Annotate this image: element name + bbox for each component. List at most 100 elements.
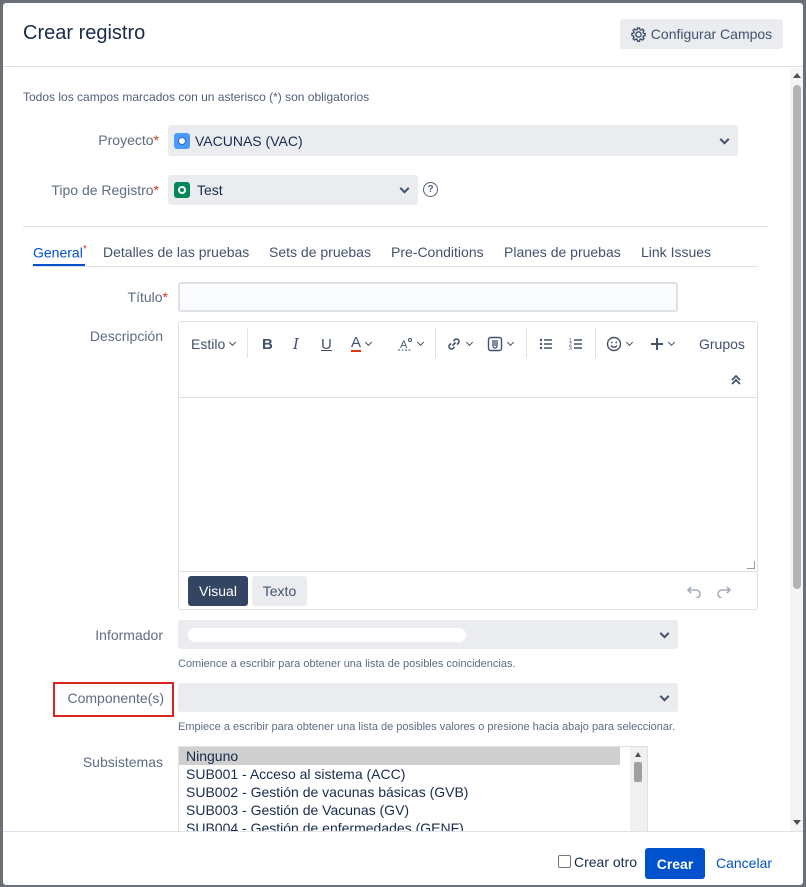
description-textarea[interactable] [179, 399, 757, 571]
cancel-link[interactable]: Cancelar [716, 855, 772, 871]
tab-test-details[interactable]: Detalles de las pruebas [103, 244, 249, 260]
text-color-button[interactable]: A [351, 332, 373, 356]
text-style-dropdown[interactable]: Estilo [191, 332, 237, 356]
project-avatar-icon [174, 132, 190, 149]
reporter-value-redacted [188, 627, 466, 642]
project-value: VACUNAS (VAC) [195, 132, 303, 149]
bold-icon[interactable]: B [262, 332, 273, 356]
create-button[interactable]: Crear [645, 848, 705, 879]
chevron-down-icon [399, 183, 410, 194]
components-label: Componente(s) [67, 690, 165, 706]
reporter-select[interactable] [178, 620, 678, 649]
help-icon[interactable]: ? [423, 182, 438, 197]
bullet-list-icon[interactable] [539, 332, 553, 356]
tab-general[interactable]: General* [33, 244, 87, 261]
text-mode-button[interactable]: Texto [252, 576, 307, 606]
toolbar-separator [247, 328, 248, 358]
project-select[interactable]: VACUNAS (VAC) [168, 125, 738, 156]
chevron-down-icon [667, 338, 676, 347]
link-button[interactable] [446, 332, 474, 356]
scroll-up-icon[interactable] [635, 752, 641, 757]
description-label: Descripción [89, 328, 163, 344]
active-tab-indicator [33, 264, 85, 266]
emoji-icon [606, 336, 622, 352]
configure-fields-label: Configurar Campos [650, 26, 773, 42]
more-formatting-button[interactable]: A [397, 332, 425, 356]
text-style-label: Estilo [191, 336, 226, 352]
content-scrollbar[interactable] [790, 68, 803, 831]
groups-button[interactable]: Grupos [699, 332, 745, 356]
list-item[interactable]: SUB001 - Acceso al sistema (ACC) [179, 765, 647, 783]
test-type-icon [174, 182, 190, 198]
tab-link-issues[interactable]: Link Issues [641, 244, 711, 260]
issue-type-select[interactable]: Test [168, 175, 418, 205]
dialog-footer: Crear otro Crear Cancelar [3, 831, 803, 885]
italic-icon[interactable]: I [293, 332, 299, 356]
create-another-label[interactable]: Crear otro [574, 854, 637, 870]
list-item[interactable]: SUB003 - Gestión de Vacunas (GV) [179, 801, 647, 819]
content-scroll-thumb[interactable] [793, 85, 801, 589]
subsystems-label: Subsistemas [82, 754, 163, 770]
list-scrollbar[interactable] [630, 747, 647, 831]
insert-more-button[interactable] [650, 332, 676, 356]
chevron-down-icon [659, 691, 670, 702]
tab-bar: General* Detalles de las pruebas Sets de… [33, 242, 758, 267]
editor-footer: Visual Texto [179, 571, 757, 609]
plus-icon [651, 338, 663, 350]
resize-handle-icon[interactable] [747, 561, 755, 569]
subsystems-multiselect[interactable]: Ninguno SUB001 - Acceso al sistema (ACC)… [178, 746, 648, 831]
tab-test-sets[interactable]: Sets de pruebas [269, 244, 371, 260]
attachment-button[interactable] [487, 332, 515, 356]
toolbar-separator [435, 328, 436, 358]
list-item[interactable]: SUB002 - Gestión de vacunas básicas (GVB… [179, 783, 647, 801]
configure-fields-button[interactable]: Configurar Campos [620, 19, 783, 49]
tab-pre-conditions[interactable]: Pre-Conditions [391, 244, 484, 260]
dialog-content: Todos los campos marcados con un asteris… [3, 68, 803, 831]
create-issue-dialog: Crear registro Configurar Campos Todos l… [3, 3, 803, 885]
issue-type-value: Test [197, 182, 223, 198]
svg-text:A: A [400, 339, 408, 351]
scroll-up-icon[interactable] [793, 73, 801, 78]
toolbar-separator [526, 328, 527, 358]
reporter-label: Informador [95, 627, 163, 643]
summary-input[interactable] [178, 282, 678, 312]
emoji-button[interactable] [606, 332, 634, 356]
section-divider [23, 226, 768, 227]
dialog-title: Crear registro [23, 22, 146, 44]
chevron-down-icon [229, 338, 237, 347]
chevron-down-icon [625, 338, 634, 347]
list-scroll-thumb[interactable] [634, 762, 642, 782]
project-label: Proyecto* [98, 132, 159, 148]
chevron-down-icon [364, 338, 373, 347]
toolbar-separator [595, 328, 596, 358]
more-formatting-icon: A [398, 338, 412, 351]
issue-type-label: Tipo de Registro* [51, 182, 159, 198]
attachment-icon [487, 336, 503, 352]
chevron-down-icon [719, 134, 730, 145]
required-fields-note: Todos los campos marcados con un asteris… [23, 90, 370, 104]
svg-text:3: 3 [569, 346, 572, 351]
text-color-icon: A [351, 334, 362, 352]
editor-toolbar: Estilo B I U A A 1 2 3 Grupos [179, 322, 757, 398]
chevron-down-icon [416, 338, 425, 347]
description-editor: Estilo B I U A A 1 2 3 Grupos Visual Tex… [178, 321, 758, 610]
redo-icon[interactable] [716, 579, 732, 603]
chevron-down-icon [465, 338, 474, 347]
list-item[interactable]: Ninguno [179, 747, 620, 765]
undo-icon[interactable] [686, 579, 702, 603]
underline-icon[interactable]: U [321, 332, 332, 356]
link-icon [448, 338, 460, 350]
summary-label: Título* [127, 289, 168, 305]
scroll-down-icon[interactable] [793, 820, 801, 825]
components-help-text: Empiece a escribir para obtener una list… [178, 721, 676, 733]
dialog-header: Crear registro Configurar Campos [3, 3, 803, 67]
create-another-checkbox[interactable] [558, 855, 571, 868]
tab-test-plans[interactable]: Planes de pruebas [504, 244, 621, 260]
components-select[interactable] [178, 683, 678, 712]
chevron-down-icon [659, 628, 670, 639]
list-item[interactable]: SUB004 - Gestión de enfermedades (GENF) [179, 819, 647, 831]
numbered-list-icon[interactable]: 123 [569, 332, 583, 356]
collapse-toolbar-icon[interactable] [730, 368, 742, 392]
visual-mode-button[interactable]: Visual [188, 576, 248, 606]
gear-icon [631, 26, 646, 42]
